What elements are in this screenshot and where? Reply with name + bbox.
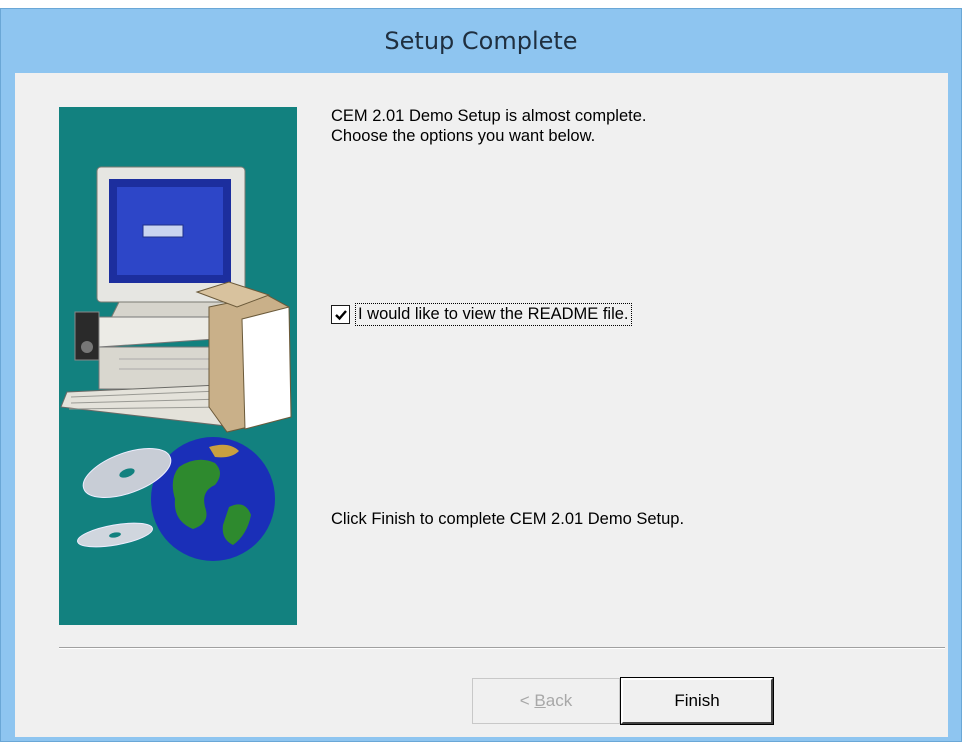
finish-button-label: Finish [674,691,720,710]
window-title: Setup Complete [384,27,578,55]
setup-window: Setup Complete CEM 2.01 Demo Setup is al… [0,8,962,742]
finish-button[interactable]: Finish [620,677,774,725]
check-icon [334,309,347,320]
title-bar[interactable]: Setup Complete [1,9,961,73]
readme-checkbox-label[interactable]: I would like to view the README file. [355,303,632,326]
finish-message: Click Finish to complete CEM 2.01 Demo S… [331,510,685,528]
intro-text: CEM 2.01 Demo Setup is almost complete. … [331,106,646,146]
back-button-accelerator: B [534,691,546,710]
dialog-client-area: CEM 2.01 Demo Setup is almost complete. … [15,73,948,737]
divider [59,647,945,649]
readme-option[interactable]: I would like to view the README file. [331,303,632,326]
intro-line-1: CEM 2.01 Demo Setup is almost complete. [331,107,647,125]
side-image-panel [59,107,297,625]
back-button-rest: ack [545,691,573,710]
computer-and-globe-illustration [60,166,292,561]
readme-checkbox[interactable] [331,305,350,324]
back-button-prefix: < [519,691,535,710]
intro-line-2: Choose the options you want below. [331,127,596,145]
back-button[interactable]: < Back [472,678,620,724]
